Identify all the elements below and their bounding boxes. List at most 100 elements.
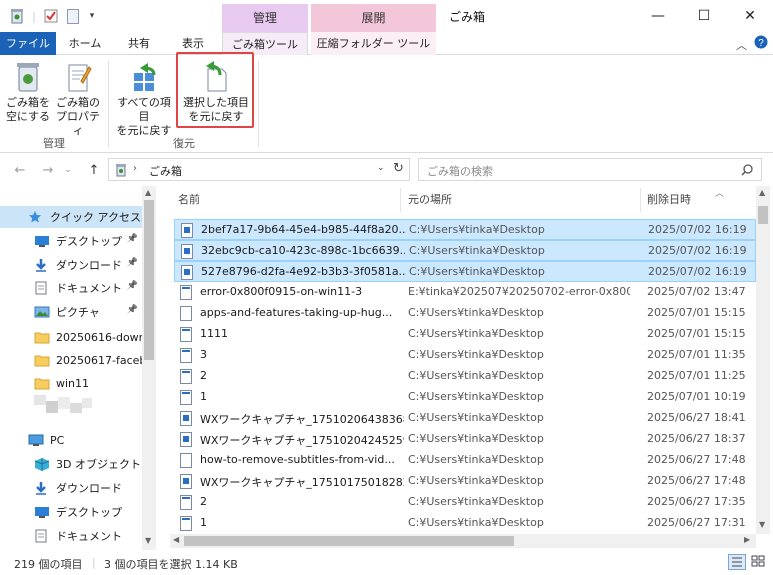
details-view-icon[interactable] (728, 554, 746, 570)
nav-item-12[interactable]: デスクトップ (0, 501, 142, 523)
nav-item-11[interactable]: ダウンロード (0, 477, 142, 499)
group-label-restore: 復元 (173, 137, 195, 150)
tab-compressed-folder-tools[interactable]: 圧縮フォルダー ツール (311, 32, 436, 55)
folder-icon (34, 376, 50, 390)
file-row[interactable]: 2 C:¥Users¥tinka¥Desktop 2025/06/27 17:35 (174, 492, 756, 513)
file-row[interactable]: 2bef7a17-9b64-45e4-b985-44f8a20... C:¥Use… (174, 219, 756, 240)
file-name: 2bef7a17-9b64-45e4-b985-44f8a20... (201, 223, 405, 236)
nav-item-1[interactable]: デスクトップ 📌 (0, 230, 142, 252)
scroll-right-icon[interactable]: ▶ (744, 535, 750, 544)
original-location: C:¥Users¥tinka¥Desktop (408, 390, 544, 403)
nav-item-0[interactable]: クイック アクセス (0, 206, 142, 228)
file-row[interactable]: 3 C:¥Users¥tinka¥Desktop 2025/07/01 11:35 (174, 345, 756, 366)
original-location: C:¥Users¥tinka¥Desktop (408, 495, 544, 508)
nav-scroll-thumb[interactable] (144, 200, 154, 360)
blank-file-icon (180, 453, 192, 468)
horizontal-scrollbar[interactable]: ◀ ▶ (170, 534, 756, 548)
column-header-location[interactable]: 元の場所 (408, 186, 452, 214)
scroll-left-icon[interactable]: ◀ (173, 535, 179, 544)
file-row[interactable]: WXワークキャプチャ_17510206438368 C:¥Users¥tinka¥… (174, 408, 756, 429)
recent-locations-chevron-icon[interactable]: ⌄ (62, 160, 74, 180)
image-file-icon (180, 432, 192, 447)
tab-file[interactable]: ファイル (0, 32, 56, 55)
address-bar[interactable]: › ごみ箱 ⌄ ↻ (108, 158, 410, 181)
original-location: C:¥Users¥tinka¥Desktop (409, 265, 545, 278)
column-separator[interactable] (400, 188, 401, 212)
forward-arrow-icon[interactable]: → (38, 160, 58, 180)
nav-item-7[interactable]: win11 (0, 372, 142, 394)
nav-item-label: デスクトップ (56, 235, 122, 248)
nav-item-label: 3D オブジェクト (56, 458, 141, 471)
file-row[interactable]: error-0x800f0915-on-win11-3 E:¥tinka¥2025… (174, 282, 756, 303)
file-row[interactable]: apps-and-features-taking-up-hug... C:¥Use… (174, 303, 756, 324)
list-scroll-up-icon[interactable]: ▲ (759, 188, 765, 197)
column-header-name[interactable]: 名前 (178, 186, 200, 214)
file-row[interactable]: how-to-remove-subtitles-from-vid... C:¥Us… (174, 450, 756, 471)
restore-all-items-button[interactable]: すべての項目 を元に戻す (112, 59, 176, 138)
file-row[interactable]: 1111 C:¥Users¥tinka¥Desktop 2025/07/01 15:… (174, 324, 756, 345)
empty-recycle-bin-button[interactable]: ごみ箱を 空にする (4, 59, 52, 124)
large-icons-view-icon[interactable] (750, 554, 768, 570)
properties-check-icon[interactable] (42, 7, 60, 25)
status-divider: | (92, 556, 96, 569)
nav-item-2[interactable]: ダウンロード 📌 (0, 254, 142, 276)
back-arrow-icon[interactable]: ← (10, 160, 30, 180)
file-list-scrollbar[interactable]: ▲ ▼ (756, 186, 770, 534)
nav-item-5[interactable]: 20250616-downl (0, 326, 142, 348)
refresh-icon[interactable]: ↻ (393, 161, 404, 176)
nav-item-10[interactable]: 3D オブジェクト (0, 453, 142, 475)
up-arrow-icon[interactable]: ↑ (84, 160, 104, 180)
nav-item-6[interactable]: 20250617-facebo (0, 349, 142, 371)
pin-icon[interactable]: 📌 (127, 234, 138, 244)
recycle-bin-properties-button[interactable]: ごみ箱の プロパティ (54, 59, 102, 138)
scroll-down-icon[interactable]: ▼ (145, 536, 151, 545)
column-header-deleted-date[interactable]: 削除日時 (647, 186, 691, 214)
maximize-button[interactable]: ☐ (681, 0, 727, 32)
nav-item-4[interactable]: ピクチャ 📌 (0, 301, 142, 323)
search-box[interactable]: ごみ箱の検索 (418, 158, 762, 181)
pin-icon[interactable]: 📌 (127, 258, 138, 268)
list-scroll-thumb[interactable] (758, 206, 768, 224)
deleted-date: 2025/07/01 11:25 (647, 369, 746, 382)
column-separator[interactable] (640, 188, 641, 212)
nav-item-3[interactable]: ドキュメント 📌 (0, 277, 142, 299)
tab-home[interactable]: ホーム (62, 32, 108, 55)
file-row[interactable]: 1 C:¥Users¥tinka¥Desktop 2025/06/27 17:31 (174, 513, 756, 534)
search-input[interactable]: ごみ箱の検索 (427, 163, 493, 179)
horizontal-scroll-thumb[interactable] (184, 536, 514, 546)
new-folder-icon[interactable] (64, 7, 82, 25)
collapse-ribbon-icon[interactable]: ︿ (736, 37, 747, 53)
file-name: how-to-remove-subtitles-from-vid... (200, 453, 395, 466)
search-icon[interactable] (741, 164, 753, 176)
file-row[interactable]: 2 C:¥Users¥tinka¥Desktop 2025/07/01 11:25 (174, 366, 756, 387)
empty-bin-icon (17, 63, 39, 92)
file-name: 2 (200, 369, 207, 382)
selection-info: 3 個の項目を選択 1.14 KB (104, 558, 238, 571)
nav-item-8[interactable] (0, 394, 142, 416)
folder-icon (34, 330, 50, 344)
address-dropdown-icon[interactable]: ⌄ (377, 163, 385, 173)
list-scroll-down-icon[interactable]: ▼ (759, 520, 765, 529)
minimize-button[interactable]: — (635, 0, 681, 32)
close-button[interactable]: ✕ (727, 0, 773, 32)
file-row[interactable]: WXワークキャプチャ_17510204245259 C:¥Users¥tinka¥… (174, 429, 756, 450)
file-row[interactable]: 32ebc9cb-ca10-423c-898c-1bc6639... C:¥Use… (174, 240, 756, 261)
image-file-icon (180, 348, 192, 363)
tab-share[interactable]: 共有 (116, 32, 162, 55)
file-row[interactable]: 527e8796-d2fa-4e92-b3b3-3f0581a... C:¥Use… (174, 261, 756, 282)
pin-icon[interactable]: 📌 (127, 281, 138, 291)
file-row[interactable]: 1 C:¥Users¥tinka¥Desktop 2025/07/01 10:19 (174, 387, 756, 408)
nav-item-13[interactable]: ドキュメント (0, 525, 142, 547)
group-separator-2 (258, 61, 259, 147)
image-file-icon (180, 369, 192, 384)
nav-item-label: 20250616-downl (56, 330, 142, 344)
customize-quick-access-icon[interactable]: ▾ (86, 7, 98, 25)
restore-all-icon (134, 63, 156, 91)
pin-icon[interactable]: 📌 (127, 305, 138, 315)
scroll-up-icon[interactable]: ▲ (145, 188, 151, 197)
nav-item-9[interactable]: PC (0, 429, 142, 451)
nav-item-label: ピクチャ (56, 306, 100, 319)
help-icon[interactable]: ? (754, 35, 768, 52)
file-row[interactable]: WXワークキャプチャ_17510175018282 C:¥Users¥tinka¥… (174, 471, 756, 492)
nav-scrollbar[interactable]: ▲ ▼ (142, 186, 156, 550)
